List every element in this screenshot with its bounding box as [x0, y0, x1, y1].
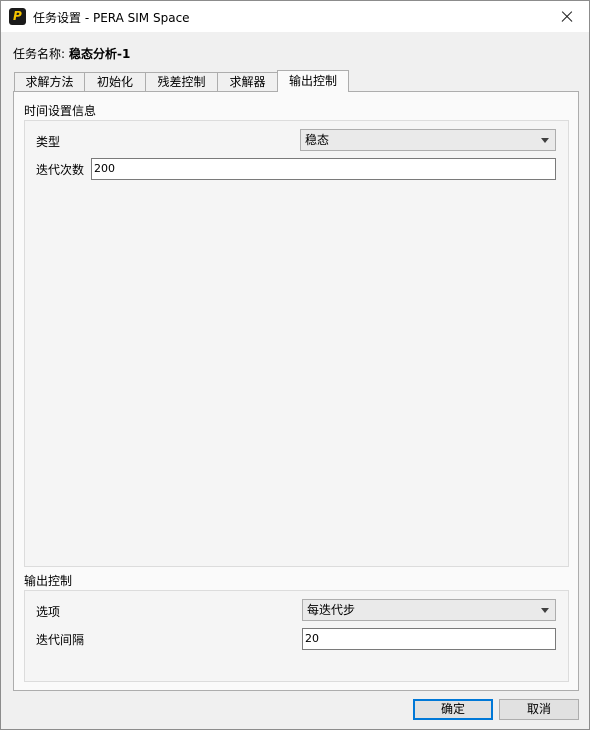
type-label: 类型 — [36, 135, 61, 149]
type-select[interactable]: 稳态 — [300, 129, 556, 151]
output-control-group: 选项 每迭代步 迭代间隔 20 — [24, 590, 569, 682]
app-icon-letter: P — [13, 9, 22, 23]
tab-initialization[interactable]: 初始化 — [84, 72, 146, 92]
time-settings-group: 类型 稳态 迭代次数 200 — [24, 120, 569, 567]
time-settings-title: 时间设置信息 — [24, 104, 97, 118]
task-settings-dialog: P 任务设置 - PERA SIM Space 任务名称: 稳态分析-1 求解方法… — [0, 0, 590, 730]
task-name-row: 任务名称: 稳态分析-1 — [13, 45, 130, 62]
tab-solve-method[interactable]: 求解方法 — [14, 72, 85, 92]
option-select[interactable]: 每迭代步 — [302, 599, 556, 621]
chevron-down-icon — [541, 138, 549, 143]
iterations-label: 迭代次数 — [36, 163, 85, 177]
ok-button[interactable]: 确定 — [413, 699, 493, 720]
close-icon[interactable] — [543, 1, 589, 32]
output-control-panel: 时间设置信息 类型 稳态 迭代次数 200 输出控制 选项 每迭代步 迭代间隔 … — [13, 91, 579, 691]
tab-residual-control[interactable]: 残差控制 — [145, 72, 218, 92]
pera-app-icon: P — [9, 8, 26, 25]
title-bar[interactable]: P 任务设置 - PERA SIM Space — [1, 1, 589, 32]
tab-output-control[interactable]: 输出控制 — [277, 70, 349, 92]
interval-input[interactable]: 20 — [302, 628, 556, 650]
option-select-value: 每迭代步 — [307, 603, 356, 617]
tab-solver[interactable]: 求解器 — [217, 72, 278, 92]
task-name-value: 稳态分析-1 — [69, 47, 131, 61]
cancel-button[interactable]: 取消 — [499, 699, 579, 720]
window-title: 任务设置 - PERA SIM Space — [33, 11, 190, 25]
interval-label: 迭代间隔 — [36, 633, 85, 647]
option-label: 选项 — [36, 605, 61, 619]
task-name-label: 任务名称: — [13, 47, 66, 61]
output-control-title: 输出控制 — [24, 574, 73, 588]
chevron-down-icon — [541, 608, 549, 613]
iterations-input[interactable]: 200 — [91, 158, 556, 180]
type-select-value: 稳态 — [305, 133, 330, 147]
